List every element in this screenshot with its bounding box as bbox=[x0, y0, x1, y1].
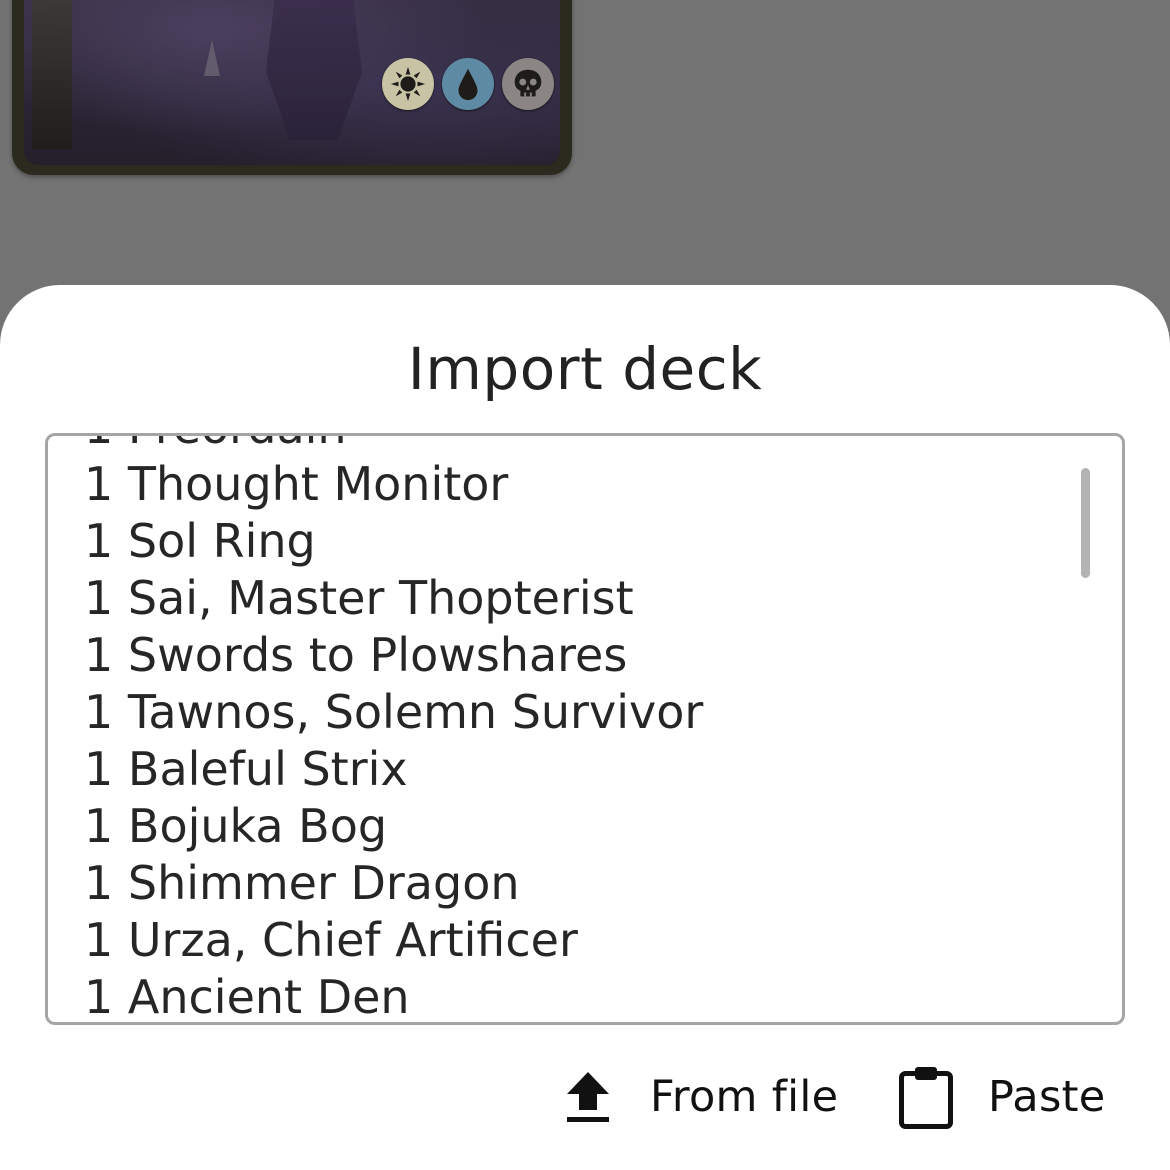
art-pillar bbox=[32, 0, 72, 150]
upload-icon bbox=[562, 1067, 614, 1127]
deck-line: 1 Shimmer Dragon bbox=[84, 856, 520, 910]
deck-line: 1 Thought Monitor bbox=[84, 457, 509, 511]
white-sun-icon bbox=[382, 58, 434, 110]
deck-line: 1 Baleful Strix bbox=[84, 742, 408, 796]
deck-line: 1 Preordain bbox=[84, 436, 703, 456]
deck-list: 1 Preordain 1 Thought Monitor 1 Sol Ring… bbox=[84, 436, 704, 1024]
clipboard-icon bbox=[898, 1064, 954, 1130]
import-actions: From file Paste bbox=[0, 1057, 1170, 1137]
deck-line: 1 Ancient Den bbox=[84, 970, 410, 1024]
deck-list-textarea[interactable]: 1 Preordain 1 Thought Monitor 1 Sol Ring… bbox=[45, 433, 1125, 1025]
textarea-scrollbar[interactable] bbox=[1081, 468, 1090, 578]
deck-line: 1 Tawnos, Solemn Survivor bbox=[84, 685, 704, 739]
paste-label: Paste bbox=[988, 1072, 1106, 1122]
dialog-title: Import deck bbox=[407, 335, 763, 403]
blue-drop-icon bbox=[442, 58, 494, 110]
black-skull-icon bbox=[502, 58, 554, 110]
paste-button[interactable]: Paste bbox=[898, 1057, 1106, 1137]
deck-line: 1 Urza, Chief Artificer bbox=[84, 913, 578, 967]
card-art bbox=[24, 0, 560, 165]
commander-card[interactable] bbox=[12, 0, 572, 175]
deck-line: 1 Swords to Plowshares bbox=[84, 628, 628, 682]
import-deck-sheet: Import deck 1 Preordain 1 Thought Monito… bbox=[0, 285, 1170, 1170]
art-figure bbox=[266, 0, 362, 140]
deck-line: 1 Sai, Master Thopterist bbox=[84, 571, 634, 625]
deck-line: 1 Bojuka Bog bbox=[84, 799, 388, 853]
from-file-label: From file bbox=[650, 1072, 839, 1122]
from-file-button[interactable]: From file bbox=[562, 1057, 838, 1137]
deck-line: 1 Sol Ring bbox=[84, 514, 316, 568]
art-shard bbox=[204, 40, 220, 76]
